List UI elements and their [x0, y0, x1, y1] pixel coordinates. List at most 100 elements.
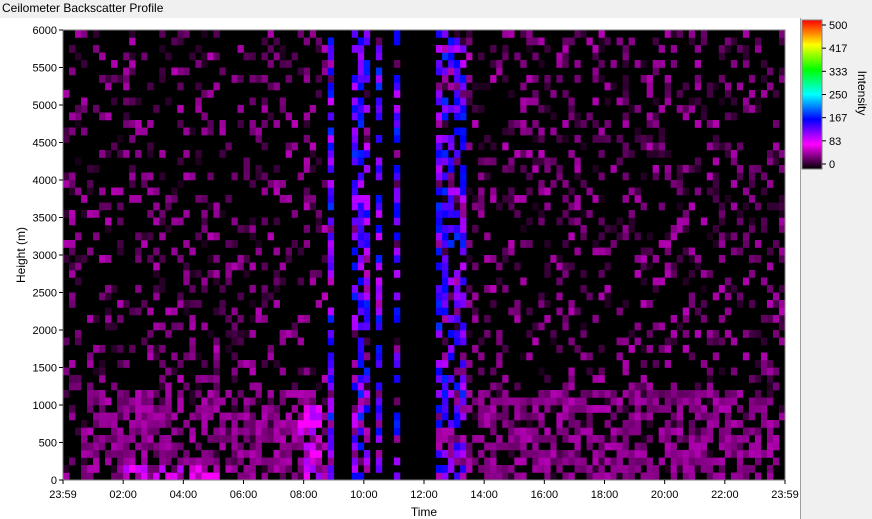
heatmap-cell	[568, 202, 575, 211]
heatmap-cell	[436, 247, 443, 256]
heatmap-cell	[694, 165, 702, 173]
heatmap-cell	[189, 352, 196, 361]
heatmap-cell	[363, 390, 371, 398]
heatmap-cell	[99, 75, 106, 83]
heatmap-cell	[664, 30, 671, 38]
heatmap-cell	[297, 465, 304, 473]
heatmap-cell	[261, 300, 268, 308]
heatmap-cell	[213, 210, 220, 218]
heatmap-cell	[442, 157, 449, 166]
heatmap-cell	[532, 442, 539, 451]
heatmap-cell	[574, 457, 581, 466]
heatmap-cell	[490, 382, 497, 391]
heatmap-cell	[460, 172, 467, 181]
heatmap-cell	[75, 157, 82, 166]
heatmap-cell	[676, 187, 684, 196]
heatmap-cell	[454, 232, 461, 241]
heatmap-cell	[357, 405, 365, 413]
heatmap-cell	[610, 435, 617, 443]
heatmap-cell	[363, 240, 371, 248]
heatmap-cell	[351, 442, 359, 451]
heatmap-cell	[508, 465, 515, 473]
heatmap-cell	[682, 105, 690, 113]
heatmap-cell	[604, 420, 611, 428]
heatmap-cell	[357, 352, 365, 361]
heatmap-cell	[682, 435, 690, 443]
heatmap-cell	[772, 435, 780, 443]
x-tick-label: 10:00	[350, 489, 378, 501]
heatmap-cell	[598, 345, 605, 353]
heatmap-cell	[544, 450, 551, 458]
heatmap-cell	[598, 375, 605, 383]
heatmap-cell	[436, 142, 443, 151]
heatmap-cell	[706, 427, 714, 436]
heatmap-cell	[466, 465, 473, 473]
heatmap-cell	[454, 150, 461, 158]
y-tick-label: 6000	[33, 25, 57, 37]
heatmap-cell	[147, 352, 154, 361]
heatmap-cell	[93, 465, 100, 473]
heatmap-cell	[135, 420, 142, 428]
heatmap-cell	[778, 67, 786, 76]
heatmap-cell	[742, 450, 750, 458]
heatmap-cell	[712, 157, 720, 166]
heatmap-cell	[586, 292, 593, 301]
heatmap-cell	[454, 472, 461, 481]
heatmap-cell	[375, 172, 383, 181]
heatmap-cell	[195, 300, 202, 308]
heatmap-cell	[622, 337, 629, 346]
heatmap-cell	[442, 427, 449, 436]
heatmap-cell	[363, 60, 371, 68]
heatmap-cell	[243, 450, 250, 458]
heatmap-cell	[544, 375, 551, 383]
heatmap-cell	[544, 427, 551, 436]
heatmap-cell	[297, 412, 304, 421]
heatmap-cell	[351, 472, 359, 481]
heatmap-cell	[502, 30, 509, 38]
heatmap-cell	[237, 225, 244, 233]
heatmap-cell	[225, 435, 232, 443]
heatmap-cell	[171, 187, 178, 196]
heatmap-cell	[357, 210, 365, 218]
heatmap-cell	[327, 202, 335, 211]
heatmap-cell	[664, 165, 671, 173]
heatmap-cell	[321, 375, 329, 383]
heatmap-cell	[454, 82, 461, 91]
heatmap-cell	[315, 420, 323, 428]
heatmap-cell	[616, 157, 623, 166]
heatmap-cell	[285, 465, 292, 473]
heatmap-cell	[610, 465, 617, 473]
heatmap-cell	[255, 382, 262, 391]
heatmap-cell	[129, 420, 136, 428]
heatmap-cell	[526, 427, 533, 436]
heatmap-cell	[736, 390, 744, 398]
heatmap-cell	[748, 75, 756, 83]
heatmap-cell	[436, 97, 443, 106]
heatmap-cell	[363, 127, 371, 136]
heatmap-cell	[592, 465, 599, 473]
heatmap-cell	[448, 210, 455, 218]
heatmap-cell	[454, 202, 461, 211]
heatmap-cell	[712, 457, 720, 466]
heatmap-cell	[568, 450, 575, 458]
heatmap-cell	[754, 427, 762, 436]
heatmap-cell	[363, 232, 371, 241]
heatmap-cell	[321, 60, 329, 68]
heatmap-cell	[111, 142, 118, 151]
heatmap-cell	[724, 195, 732, 203]
heatmap-cell	[706, 412, 714, 421]
heatmap-cell	[261, 52, 268, 61]
heatmap-cell	[189, 315, 196, 323]
heatmap-cell	[700, 315, 708, 323]
heatmap-cell	[682, 187, 690, 196]
heatmap-cell	[490, 75, 497, 83]
heatmap-cell	[123, 457, 130, 466]
heatmap-cell	[357, 390, 365, 398]
heatmap-cell	[586, 112, 593, 121]
heatmap-cell	[111, 75, 118, 83]
heatmap-cell	[700, 427, 708, 436]
heatmap-cell	[484, 390, 491, 398]
colorbar-tick-label: 0	[829, 159, 835, 171]
heatmap-cell	[177, 397, 184, 406]
heatmap-cell	[393, 195, 401, 203]
